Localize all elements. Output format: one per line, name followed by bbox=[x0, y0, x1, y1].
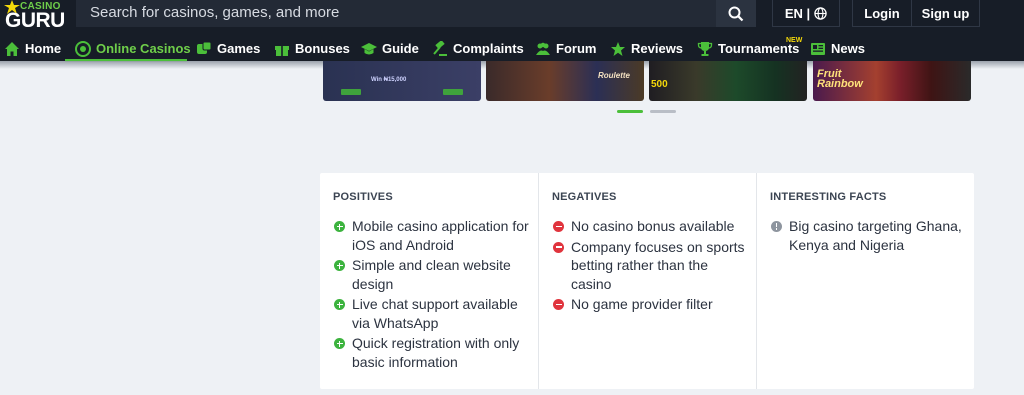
plus-circle-icon bbox=[334, 299, 345, 310]
positives-list: Mobile casino application for iOS and An… bbox=[333, 217, 533, 373]
search-placeholder: Search for casinos, games, and more bbox=[90, 4, 340, 21]
casino-guru-logo[interactable]: CASINO GURU bbox=[4, 0, 66, 36]
positive-text: Mobile casino application for iOS and An… bbox=[352, 218, 529, 253]
language-label: EN | bbox=[784, 5, 811, 21]
thumb-caption: Win ₦15,000 bbox=[371, 77, 407, 83]
search-button[interactable] bbox=[716, 0, 756, 27]
search-input[interactable]: Search for casinos, games, and more bbox=[76, 0, 756, 27]
negative-item: Company focuses on sports betting rather… bbox=[552, 238, 752, 294]
nav-item-home[interactable]: Home bbox=[4, 36, 61, 61]
nav-item-bonuses[interactable]: Bonuses bbox=[274, 36, 350, 61]
positives-column: POSITIVES Mobile casino application for … bbox=[320, 173, 538, 389]
nav-item-tournaments[interactable]: Tournaments bbox=[697, 36, 799, 61]
carousel-dot[interactable] bbox=[650, 110, 676, 113]
interesting-facts-column: INTERESTING FACTS Big casino targeting G… bbox=[756, 173, 974, 389]
new-badge: NEW bbox=[786, 37, 803, 44]
login-button[interactable]: Login bbox=[852, 0, 912, 27]
nav-label: Home bbox=[25, 41, 62, 56]
positives-heading: POSITIVES bbox=[333, 191, 393, 203]
plus-circle-icon bbox=[334, 338, 345, 349]
carousel-thumb[interactable]: Fruit Rainbow bbox=[813, 61, 971, 101]
newspaper-icon bbox=[811, 42, 825, 55]
negatives-heading: NEGATIVES bbox=[552, 191, 617, 203]
positive-text: Live chat support available via WhatsApp bbox=[352, 296, 518, 331]
nav-label: Forum bbox=[556, 41, 597, 56]
nav-label: Complaints bbox=[453, 41, 524, 56]
nav-item-guide[interactable]: Guide bbox=[361, 36, 419, 61]
nav-item-complaints[interactable]: Complaints bbox=[432, 36, 524, 61]
nav-label: Reviews bbox=[631, 41, 684, 56]
nav-item-news[interactable]: News bbox=[810, 36, 865, 61]
positive-text: Simple and clean website design bbox=[352, 257, 511, 292]
positive-item: Quick registration with only basic infor… bbox=[333, 334, 533, 371]
nav-label: Guide bbox=[382, 41, 419, 56]
gift-icon bbox=[275, 45, 289, 56]
gavel-icon bbox=[433, 40, 447, 56]
positive-item: Mobile casino application for iOS and An… bbox=[333, 217, 533, 254]
nav-item-forum[interactable]: Forum bbox=[535, 36, 596, 61]
negative-text: No game provider filter bbox=[571, 296, 713, 312]
graduation-cap-icon bbox=[361, 42, 377, 54]
thumb-caption: Roulette bbox=[598, 71, 630, 80]
search-icon bbox=[728, 6, 744, 21]
thumb-caption: 500 bbox=[651, 79, 668, 90]
thumb-caption: Fruit Rainbow bbox=[817, 68, 863, 90]
fact-item: Big casino targeting Ghana, Kenya and Ni… bbox=[770, 217, 970, 254]
nav-label: Games bbox=[217, 41, 261, 56]
casino-chip-icon bbox=[75, 40, 91, 57]
dice-icon bbox=[197, 41, 212, 54]
carousel-thumb[interactable]: 500 bbox=[649, 61, 807, 101]
positive-text: Quick registration with only basic infor… bbox=[352, 335, 520, 370]
people-icon bbox=[536, 42, 550, 55]
main-nav: Home Online Casinos Games Bonuses Guide … bbox=[0, 36, 1024, 62]
carousel-dot-active[interactable] bbox=[617, 110, 643, 113]
info-circle-icon bbox=[771, 221, 782, 232]
signup-button[interactable]: Sign up bbox=[912, 0, 980, 27]
positive-item: Live chat support available via WhatsApp bbox=[333, 295, 533, 332]
trophy-icon bbox=[697, 41, 713, 56]
plus-circle-icon bbox=[334, 260, 345, 271]
minus-circle-icon bbox=[553, 221, 564, 232]
nav-item-reviews[interactable]: Reviews bbox=[610, 36, 683, 61]
positive-item: Simple and clean website design bbox=[333, 256, 533, 293]
nav-label: News bbox=[831, 41, 865, 56]
logo-guru-text: GURU bbox=[5, 9, 65, 32]
negative-item: No casino bonus available bbox=[552, 217, 752, 236]
star-icon bbox=[611, 41, 625, 56]
nav-label: Online Casinos bbox=[96, 41, 191, 56]
carousel-thumb[interactable]: Roulette bbox=[486, 61, 644, 101]
nav-label: Bonuses bbox=[295, 41, 350, 56]
interesting-facts-heading: INTERESTING FACTS bbox=[770, 191, 887, 203]
negative-text: Company focuses on sports betting rather… bbox=[571, 238, 745, 292]
negatives-list: No casino bonus available Company focuse… bbox=[552, 217, 752, 316]
negative-item: No game provider filter bbox=[552, 295, 752, 314]
thumb-button bbox=[443, 89, 463, 95]
minus-circle-icon bbox=[553, 241, 564, 253]
language-selector[interactable]: EN | bbox=[772, 0, 840, 27]
globe-icon bbox=[814, 6, 827, 20]
negative-text: No casino bonus available bbox=[571, 218, 735, 234]
home-icon bbox=[5, 41, 19, 56]
fact-text: Big casino targeting Ghana, Kenya and Ni… bbox=[789, 218, 962, 253]
plus-circle-icon bbox=[334, 221, 345, 232]
minus-circle-icon bbox=[553, 299, 564, 310]
carousel-thumb[interactable]: Win ₦15,000 bbox=[323, 61, 481, 101]
top-header: CASINO GURU Search for casinos, games, a… bbox=[0, 0, 1024, 36]
casino-facts-card: POSITIVES Mobile casino application for … bbox=[320, 173, 974, 389]
interesting-facts-list: Big casino targeting Ghana, Kenya and Ni… bbox=[770, 217, 970, 256]
nav-item-online-casinos[interactable]: Online Casinos bbox=[75, 36, 191, 61]
nav-item-games[interactable]: Games bbox=[196, 36, 260, 61]
thumb-button bbox=[341, 89, 361, 95]
negatives-column: NEGATIVES No casino bonus available Comp… bbox=[538, 173, 756, 389]
